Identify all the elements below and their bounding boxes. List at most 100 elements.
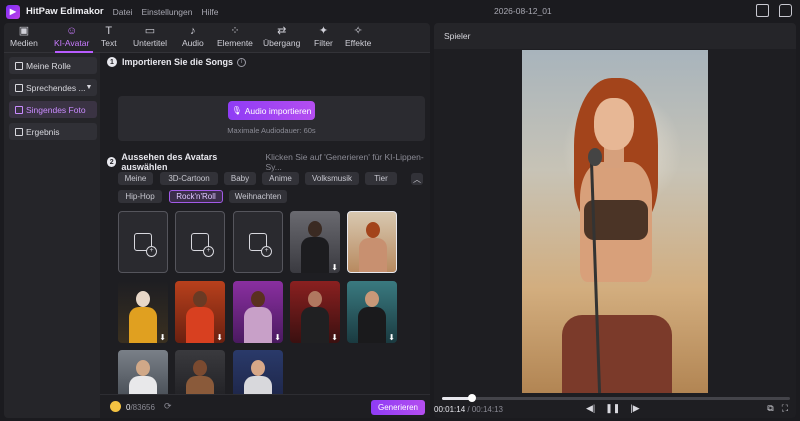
media-icon: ▣ xyxy=(18,25,30,37)
tab-ki-avatar[interactable]: ☺ KI-Avatar xyxy=(54,25,89,48)
tab-label: Filter xyxy=(314,38,333,48)
avatar-tile-selected[interactable] xyxy=(347,211,397,273)
feedback-icon[interactable] xyxy=(779,4,792,17)
tab-label: KI-Avatar xyxy=(54,38,90,48)
avatar-thumbnail-body xyxy=(129,307,157,343)
max-duration-note: Maximale Audiodauer: 60s xyxy=(227,126,316,135)
preview-skirt xyxy=(562,315,672,393)
avatar-thumbnail xyxy=(308,221,322,237)
download-icon[interactable]: ⬇ xyxy=(331,333,338,342)
talking-icon xyxy=(15,83,23,92)
menu-einstellungen[interactable]: Einstellungen xyxy=(141,7,192,17)
tab-label: Audio xyxy=(182,38,204,48)
tag-baby[interactable]: Baby xyxy=(224,172,256,185)
coin-icon xyxy=(110,401,121,412)
tab-text[interactable]: T Text xyxy=(101,25,117,48)
progress-handle[interactable] xyxy=(468,394,477,402)
snapshot-icon[interactable]: ⧉ xyxy=(767,403,773,414)
subtitle-icon: ▭ xyxy=(144,25,156,37)
tab-label: Übergang xyxy=(263,38,301,48)
tab-label: Medien xyxy=(10,38,38,48)
avatar-tile[interactable]: ⬇ xyxy=(290,281,340,343)
step-title: Importieren Sie die Songs xyxy=(122,57,234,67)
avatar-thumbnail xyxy=(365,291,379,307)
sidebar-item-label: Meine Rolle xyxy=(26,60,71,71)
avatar-thumbnail-body xyxy=(358,307,386,343)
generate-footer: 0/83656 ⟳ Generieren xyxy=(100,394,430,418)
music-note-icon: ♪ xyxy=(190,25,196,37)
app-logo-icon: ▶ xyxy=(6,4,20,19)
avatar-tile[interactable]: ⬇ xyxy=(233,281,283,343)
tag-3d-cartoon[interactable]: 3D-Cartoon xyxy=(160,172,218,185)
import-dropzone[interactable]: 🎙 Audio importieren Maximale Audiodauer:… xyxy=(118,96,425,141)
sidebar-item-singendes-foto[interactable]: Singendes Foto xyxy=(9,101,97,118)
avatar-tile[interactable]: ⬇ xyxy=(175,281,225,343)
next-frame-icon[interactable]: |▶ xyxy=(630,403,639,414)
tag-anime[interactable]: Anime xyxy=(262,172,299,185)
tag-weihnachten[interactable]: Weihnachten xyxy=(229,190,287,203)
tag-meine[interactable]: Meine xyxy=(118,172,153,185)
avatar-thumbnail-body xyxy=(359,238,387,272)
person-icon xyxy=(15,61,23,70)
avatar-thumbnail-body xyxy=(301,237,329,273)
ai-generate-tile[interactable] xyxy=(175,211,225,273)
download-icon[interactable]: ⬇ xyxy=(388,333,395,342)
menu-hilfe[interactable]: Hilfe xyxy=(202,7,219,17)
download-icon[interactable]: ⬇ xyxy=(216,333,223,342)
pause-icon[interactable]: ❚❚ xyxy=(605,403,620,414)
upload-photo-tile[interactable] xyxy=(118,211,168,273)
import-audio-button[interactable]: 🎙 Audio importieren xyxy=(228,101,315,120)
menu-datei[interactable]: Datei xyxy=(113,7,133,17)
player-header: Spieler xyxy=(434,23,796,49)
tab-medien[interactable]: ▣ Medien xyxy=(10,25,38,48)
avatar-tile[interactable]: ⬇ xyxy=(290,211,340,273)
sidebar-item-sprechendes[interactable]: Sprechendes ... ▼ xyxy=(9,79,97,96)
sidebar-item-meine-rolle[interactable]: Meine Rolle xyxy=(9,57,97,74)
tab-filter[interactable]: ✦ Filter xyxy=(314,25,333,48)
avatar-thumbnail xyxy=(251,291,265,307)
window-controls xyxy=(756,4,792,17)
tag-volksmusik[interactable]: Volksmusik xyxy=(305,172,359,185)
avatar-thumbnail-body xyxy=(186,307,214,343)
avatar-thumbnail xyxy=(251,360,265,376)
layout-icon[interactable] xyxy=(756,4,769,17)
fullscreen-icon[interactable]: ⛶ xyxy=(782,403,788,414)
tab-elemente[interactable]: ⁘ Elemente xyxy=(217,25,253,48)
button-label: Audio importieren xyxy=(244,105,312,116)
avatar-tile[interactable]: ⬇ xyxy=(118,281,168,343)
avatar-thumbnail xyxy=(136,360,150,376)
download-icon[interactable]: ⬇ xyxy=(331,263,338,272)
sidebar-item-ergebnis[interactable]: Ergebnis xyxy=(9,123,97,140)
singing-photo-content: 1 Importieren Sie die Songs i 🎙 Audio im… xyxy=(100,53,430,418)
video-icon xyxy=(249,233,272,257)
tab-effekte[interactable]: ✧ Effekte xyxy=(345,25,371,48)
download-icon[interactable]: ⬇ xyxy=(274,333,281,342)
tag-tier[interactable]: Tier xyxy=(365,172,397,185)
refresh-icon[interactable]: ⟳ xyxy=(164,401,172,412)
total-time: / 00:14:13 xyxy=(467,405,503,414)
credits-total: /83656 xyxy=(130,403,155,412)
playback-progress-bar[interactable] xyxy=(442,394,790,402)
generate-button[interactable]: Generieren xyxy=(371,400,425,415)
sidebar-item-label: Sprechendes ... xyxy=(26,82,86,93)
info-icon[interactable]: i xyxy=(237,57,247,67)
add-photo-icon xyxy=(134,233,157,257)
credit-counter: 0/83656 xyxy=(126,403,155,412)
microphone-icon: 🎙 xyxy=(231,106,242,115)
document-title: 2026-08-12_01 xyxy=(494,6,552,16)
player-panel: Spieler 00:01:14 / 00:14:13 ◀| ❚❚ |▶ ⧉ ⛶ xyxy=(434,23,796,418)
tag-rock-n-roll[interactable]: Rock'n'Roll xyxy=(169,190,223,203)
download-icon[interactable]: ⬇ xyxy=(159,333,166,342)
tab-label: Untertitel xyxy=(133,38,168,48)
tab-untertitel[interactable]: ▭ Untertitel xyxy=(133,25,167,48)
video-avatar-tile[interactable] xyxy=(233,211,283,273)
tab-audio[interactable]: ♪ Audio xyxy=(182,25,204,48)
video-preview[interactable] xyxy=(522,50,708,393)
tag-hip-hop[interactable]: Hip-Hop xyxy=(118,190,162,203)
effects-icon: ✧ xyxy=(353,25,363,37)
previous-frame-icon[interactable]: ◀| xyxy=(586,403,595,414)
avatar-sidebar: Meine Rolle Sprechendes ... ▼ Singendes F… xyxy=(9,57,97,145)
avatar-tile[interactable]: ⬇ xyxy=(347,281,397,343)
tab-uebergang[interactable]: ⇄ Übergang xyxy=(263,25,300,48)
chevron-up-icon[interactable]: ︿ xyxy=(411,173,423,185)
